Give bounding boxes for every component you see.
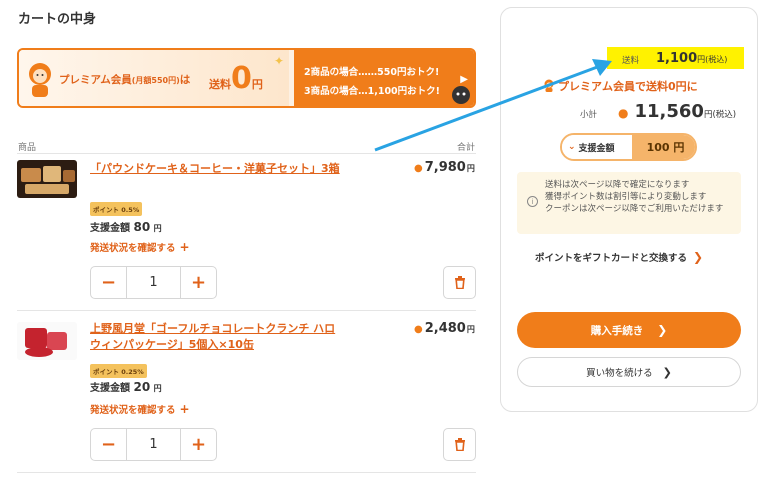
price-unit: 円: [466, 325, 475, 334]
dot-icon: ●: [414, 324, 423, 335]
ship-status-text: 発送状況を確認する: [90, 405, 176, 416]
pay-label: 支援金額: [90, 383, 130, 394]
premium-free-shipping-link[interactable]: プレミアム会員で送料0円に: [543, 78, 698, 94]
pay-unit: 円: [153, 384, 162, 393]
free-zero: 0: [231, 61, 252, 96]
quantity-value[interactable]: 1: [126, 267, 181, 298]
shipping-label: 送料: [622, 56, 640, 66]
support-label-text: 支援金額: [578, 143, 615, 154]
support-amount-pill: ⌄ 支援金額 100 円: [560, 133, 697, 161]
delete-button[interactable]: [443, 428, 476, 461]
premium-text: プレミアム会員: [59, 74, 132, 86]
free-yen: 円: [251, 78, 263, 91]
shipping-notice: i 送料は次ページ以降で確定になります 獲得ポイント数は割引等により変動します …: [517, 172, 741, 234]
plus-button[interactable]: +: [181, 267, 216, 298]
subtotal-label: 小計: [580, 110, 598, 120]
point-badge: ポイント 0.25%: [90, 364, 147, 378]
pay-number: 20: [133, 380, 151, 394]
column-total: 合計: [457, 143, 476, 153]
checkout-button[interactable]: 購入手続き ❯: [517, 312, 741, 348]
notice-line: 送料は次ページ以降で確定になります: [545, 180, 690, 190]
sheep-icon: [452, 86, 470, 104]
chevron-down-icon: ⌄: [568, 142, 576, 152]
notice-line: 獲得ポイント数は割引等により変動します: [545, 192, 707, 202]
product-image-1[interactable]: [17, 160, 77, 198]
plus-icon: +: [179, 402, 190, 416]
divider: [17, 472, 476, 473]
product-image-2[interactable]: [17, 322, 77, 360]
delete-button[interactable]: [443, 266, 476, 299]
notice-lines: 送料は次ページ以降で確定になります 獲得ポイント数は割引等により変動します クー…: [545, 179, 723, 215]
chevron-right-icon: ❯: [662, 365, 672, 379]
minus-button[interactable]: −: [91, 429, 126, 460]
mascot-icon: [544, 79, 554, 92]
pay-amount: 支援金額 20 円: [90, 379, 162, 394]
support-amount-value: 100 円: [632, 135, 695, 159]
subtotal-amount: 11,560: [634, 101, 704, 122]
point-badge: ポイント 0.5%: [90, 202, 143, 216]
banner-free-shipping: 送料0円: [209, 61, 263, 96]
shipping-unit: 円(税込): [697, 55, 728, 64]
mascot-icon: [29, 63, 51, 97]
premium-free-text: プレミアム会員で送料0円に: [558, 80, 698, 93]
page-title: カートの中身: [18, 12, 97, 27]
gift-card-exchange-link[interactable]: ポイントをギフトカードと交換する ❯: [535, 250, 703, 264]
product-price: ● 7,980円: [414, 160, 475, 175]
premium-fee: (月額550円): [131, 76, 180, 85]
price-value: 2,480: [424, 321, 466, 336]
dot-icon: ●: [618, 106, 629, 120]
pay-number: 80: [133, 220, 151, 234]
quantity-stepper: − 1 +: [90, 266, 217, 299]
subtotal-unit: 円(税込): [703, 110, 737, 120]
banner-row1: 2商品の場合……550円おトク!: [304, 67, 440, 78]
free-label: 送料: [209, 78, 231, 91]
banner-left: プレミアム会員(月額550円)は 送料0円 ✦: [19, 50, 289, 106]
shipping-value: 1,100円(税込): [656, 51, 727, 66]
premium-ha: は: [179, 74, 191, 86]
quantity-value[interactable]: 1: [126, 429, 181, 460]
premium-banner[interactable]: プレミアム会員(月額550円)は 送料0円 ✦ 2商品の場合……550円おトク!…: [17, 48, 476, 108]
pay-label: 支援金額: [90, 223, 130, 234]
checkout-label: 購入手続き: [590, 324, 644, 337]
continue-label: 買い物を続ける: [586, 368, 653, 379]
dot-icon: ●: [414, 163, 423, 174]
product-name-link[interactable]: 「パウンドケーキ＆コーヒー・洋菓子セット」3箱: [90, 161, 345, 177]
divider: [17, 153, 476, 154]
banner-right: 2商品の場合……550円おトク! 3商品の場合…1,100円おトク! ▶: [294, 50, 474, 106]
chevron-right-icon: ❯: [657, 323, 668, 337]
info-icon: i: [527, 196, 538, 207]
sparkle-icon: ✦: [274, 54, 285, 68]
pay-amount: 支援金額 80 円: [90, 219, 162, 234]
shipping-amount: 1,100: [656, 51, 698, 66]
product-price: ● 2,480円: [414, 321, 475, 336]
ship-status-link[interactable]: 発送状況を確認する +: [90, 402, 190, 416]
price-value: 7,980: [424, 160, 466, 175]
product-name-link[interactable]: 上野風月堂「ゴーフルチョコレートクランチ ハロウィンパッケージ」5個入×10缶: [90, 321, 345, 353]
pay-unit: 円: [153, 224, 162, 233]
divider: [17, 310, 476, 311]
notice-line: クーポンは次ページ以降でご利用いただけます: [545, 204, 724, 214]
support-amount-label: ⌄ 支援金額: [562, 135, 632, 159]
ship-status-link[interactable]: 発送状況を確認する +: [90, 240, 190, 254]
minus-button[interactable]: −: [91, 267, 126, 298]
quantity-stepper: − 1 +: [90, 428, 217, 461]
price-unit: 円: [466, 164, 475, 173]
trash-icon: [454, 276, 465, 289]
trash-icon: [454, 438, 465, 451]
chevron-right-icon: ❯: [693, 250, 704, 264]
banner-premium-text: プレミアム会員(月額550円)は: [59, 72, 190, 87]
ship-status-text: 発送状況を確認する: [90, 243, 176, 254]
column-product: 商品: [18, 143, 37, 153]
plus-button[interactable]: +: [181, 429, 216, 460]
plus-icon: +: [179, 240, 190, 254]
gift-card-text: ポイントをギフトカードと交換する: [535, 253, 688, 264]
banner-row2: 3商品の場合…1,100円おトク!: [304, 86, 440, 97]
continue-shopping-button[interactable]: 買い物を続ける ❯: [517, 357, 741, 387]
subtotal-value: ● 11,560円(税込): [618, 101, 736, 122]
